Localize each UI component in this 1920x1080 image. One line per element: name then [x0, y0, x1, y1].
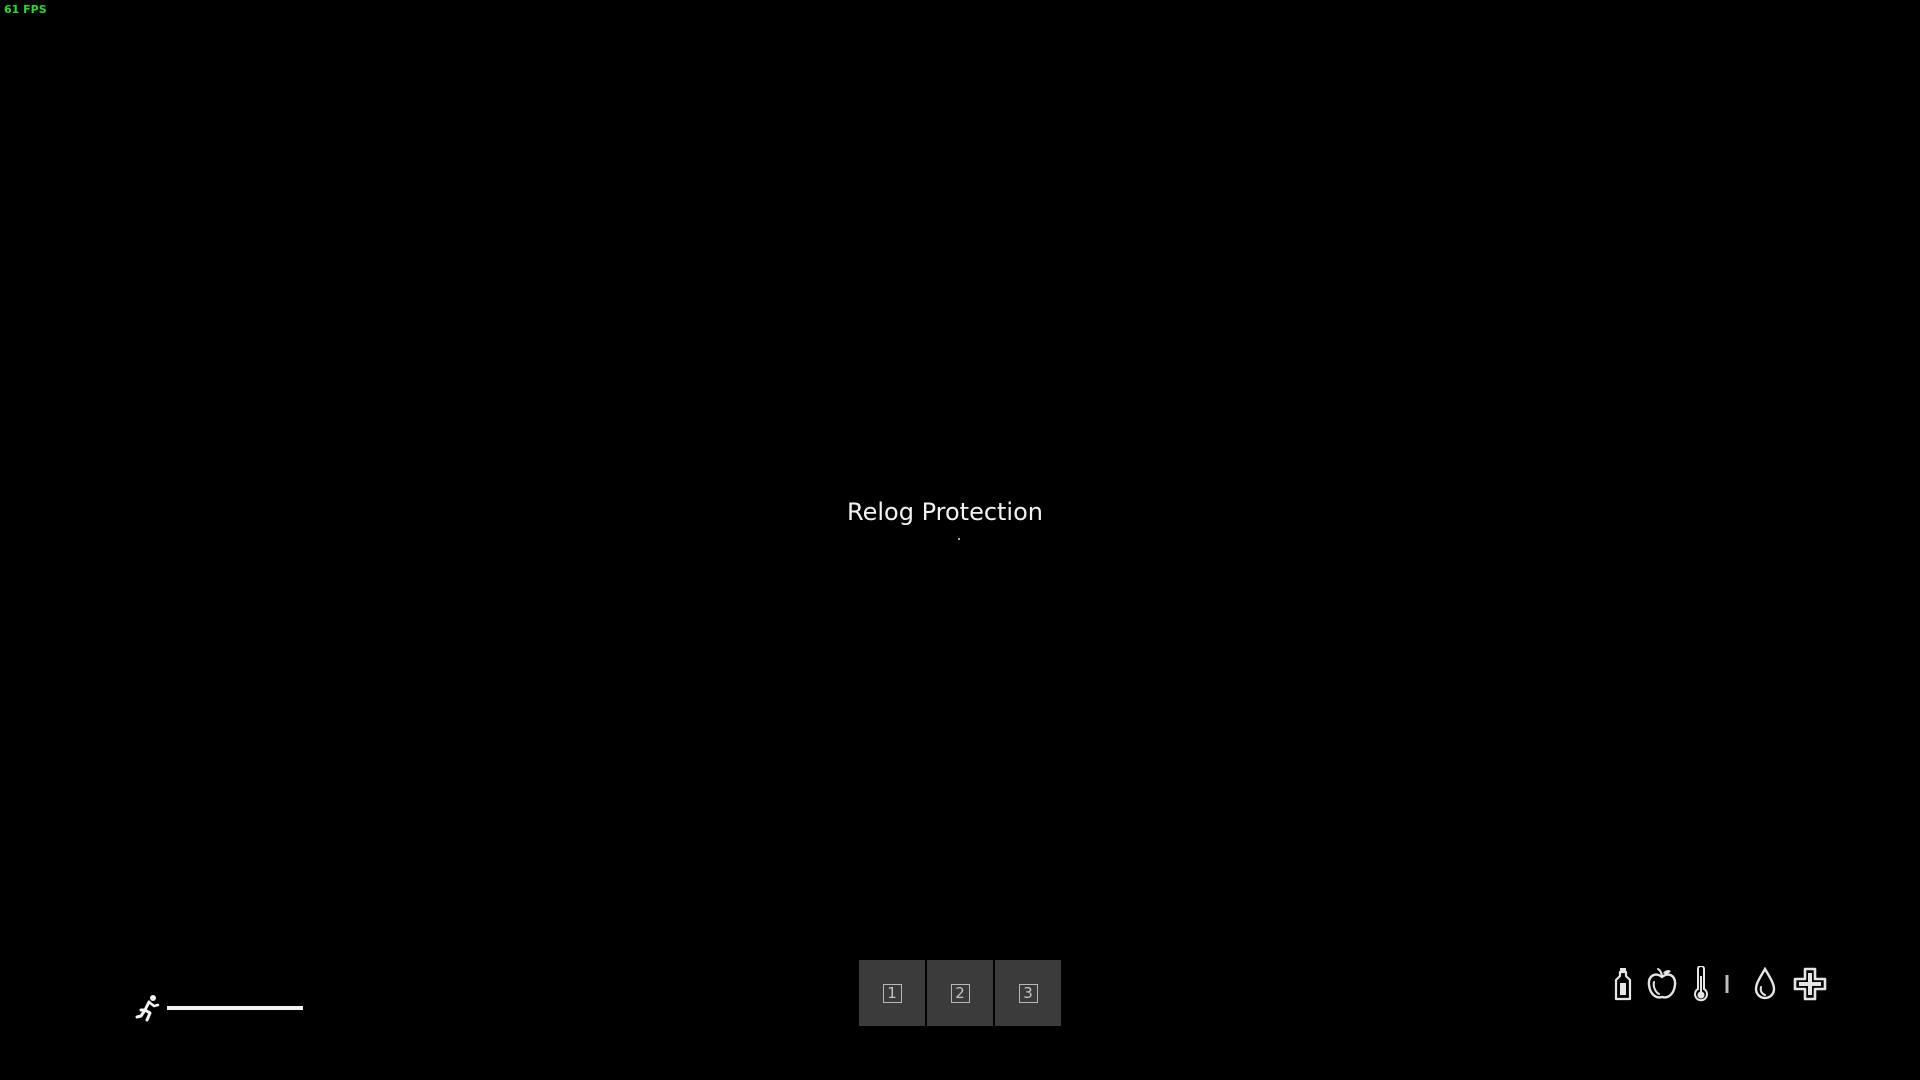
hotbar-slot-2[interactable]: 2 [927, 960, 993, 1026]
fps-counter: 61 FPS [4, 3, 47, 16]
loading-indicator [958, 538, 960, 540]
stamina-bar [167, 1006, 303, 1010]
health-cross-icon [1792, 967, 1828, 1001]
hotbar: 1 2 3 [859, 960, 1061, 1026]
apple-icon [1644, 967, 1680, 1001]
thermometer-icon [1690, 966, 1712, 1002]
bottle-icon [1608, 967, 1638, 1001]
slot-key-label: 2 [950, 983, 970, 1003]
running-person-icon [134, 993, 164, 1023]
relog-protection-message: Relog Protection [847, 498, 1043, 526]
separator-bar-icon [1724, 975, 1730, 993]
slot-key-label: 1 [882, 983, 902, 1003]
hotbar-slot-3[interactable]: 3 [995, 960, 1061, 1026]
hotbar-slot-1[interactable]: 1 [859, 960, 925, 1026]
status-indicators [1566, 966, 1828, 1002]
stamina-bar-fill [167, 1006, 303, 1010]
stamina-meter [134, 993, 303, 1023]
blood-drop-icon [1750, 967, 1780, 1001]
moon-icon [1566, 967, 1602, 1001]
slot-key-label: 3 [1018, 983, 1038, 1003]
